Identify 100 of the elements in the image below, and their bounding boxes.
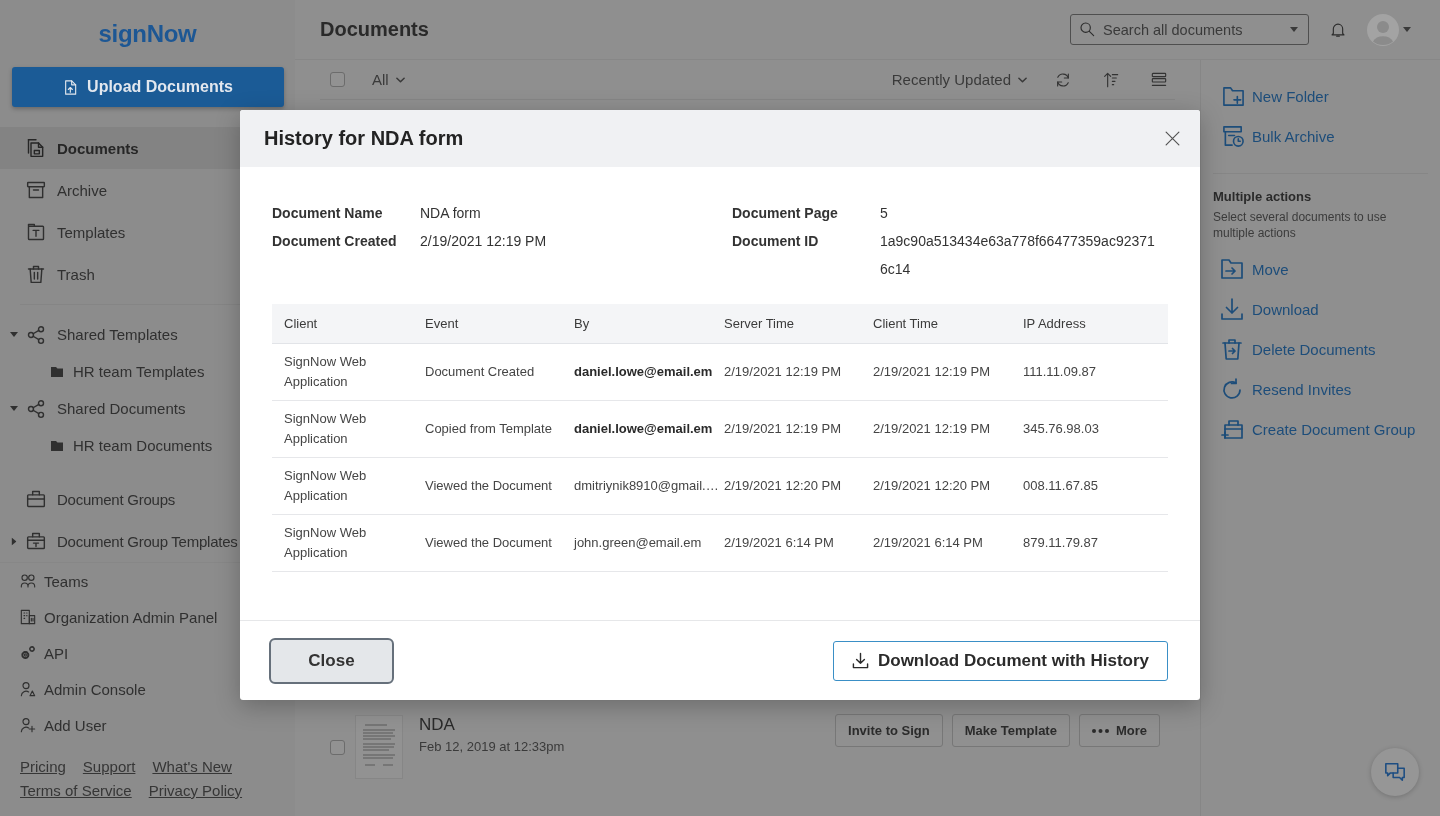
- document-thumbnail: [355, 715, 403, 779]
- detail-label: Document Page: [732, 204, 839, 223]
- document-date: Feb 12, 2019 at 12:33pm: [419, 738, 565, 756]
- sidebar-item[interactable]: API: [0, 635, 240, 671]
- detail-label: Document ID: [732, 232, 820, 251]
- action-button[interactable]: Invite to Sign: [835, 714, 943, 747]
- checkbox[interactable]: [330, 72, 345, 87]
- caret-icon[interactable]: [10, 332, 18, 337]
- column-header: By: [574, 316, 590, 331]
- dialog-title: History for NDA form: [264, 127, 464, 150]
- list-view-icon[interactable]: [1151, 71, 1167, 88]
- footer-link[interactable]: Terms of Service: [20, 779, 132, 803]
- archive-box-icon: [26, 179, 46, 201]
- table-cell-text: Copied from Template: [425, 420, 552, 438]
- footer-link[interactable]: What's New: [152, 755, 232, 779]
- caret-icon[interactable]: [1403, 27, 1411, 32]
- briefcase-template-icon: [26, 531, 46, 551]
- panel-action-link[interactable]: Resend Invites: [1213, 369, 1428, 409]
- panel-action-link[interactable]: Move: [1213, 249, 1428, 289]
- detail-label: Document Name: [272, 204, 384, 223]
- panel-action-link[interactable]: Delete Documents: [1213, 329, 1428, 369]
- search-icon: [1079, 21, 1095, 37]
- more-button[interactable]: More: [1078, 714, 1160, 747]
- folder-plus-icon: [1222, 84, 1245, 108]
- documents-icon: [26, 137, 46, 159]
- table-cell-text: 879.11.79.87: [1023, 534, 1098, 552]
- column-header: IP Address: [1023, 316, 1086, 331]
- footer-link[interactable]: Pricing: [20, 755, 66, 779]
- sidebar-item[interactable]: Archive: [0, 169, 240, 211]
- gears-icon: [20, 645, 36, 661]
- checkbox[interactable]: [330, 740, 345, 755]
- chat-button[interactable]: [1371, 748, 1419, 796]
- trash-icon: [26, 263, 46, 285]
- footer-link[interactable]: Privacy Policy: [148, 779, 243, 803]
- table-cell-text: 2/19/2021 6:14 PM: [724, 534, 834, 552]
- briefcase-plus-icon: [1220, 417, 1244, 441]
- sort-icon[interactable]: [1103, 70, 1119, 89]
- column-header: Client: [284, 316, 318, 331]
- chat-bubbles-icon: [1384, 761, 1406, 783]
- share-icon: [26, 398, 46, 419]
- close-icon: [1164, 130, 1181, 147]
- table-cell-text: john.green@email.em: [574, 534, 702, 552]
- table-cell-text: 2/19/2021 12:19 PM: [724, 420, 842, 438]
- detail-value: 2/19/2021 12:19 PM: [420, 232, 548, 251]
- action-button[interactable]: Make Template: [951, 714, 1070, 747]
- notification-bell-icon[interactable]: [1330, 21, 1346, 38]
- table-cell-text: 2/19/2021 6:14 PM: [873, 534, 983, 552]
- sort-dropdown[interactable]: Recently Updated: [891, 71, 1027, 88]
- section-description: Select several documents to use multiple actions: [1213, 209, 1388, 241]
- table-cell-text: SignNow Web Application: [284, 467, 368, 505]
- caret-icon[interactable]: [11, 537, 17, 545]
- panel-action-link[interactable]: New Folder: [1213, 76, 1428, 116]
- panel-action-link[interactable]: Download: [1213, 289, 1428, 329]
- template-icon: [26, 221, 46, 243]
- sidebar-item[interactable]: HR team Templates: [0, 353, 240, 390]
- sidebar-item[interactable]: Organization Admin Panel: [0, 599, 240, 635]
- sidebar-item[interactable]: Document Groups: [0, 478, 238, 520]
- folder-icon: [51, 366, 63, 377]
- sidebar-item[interactable]: Add User: [0, 707, 240, 743]
- detail-value: 5: [880, 204, 889, 223]
- sidebar-item[interactable]: Document Group Templates: [0, 520, 238, 562]
- sidebar-item[interactable]: Templates: [0, 211, 240, 253]
- download-icon: [1220, 297, 1244, 321]
- dots-icon: [1091, 728, 1109, 733]
- trash-arrow-icon: [1220, 337, 1244, 361]
- footer-link[interactable]: Support: [82, 755, 136, 779]
- document-name[interactable]: NDA: [419, 715, 455, 735]
- table-cell-text: 008.11.67.85: [1023, 477, 1098, 495]
- column-header: Server Time: [724, 316, 795, 331]
- sidebar-item[interactable]: Admin Console: [0, 671, 240, 707]
- chevron-down-icon: [395, 76, 405, 83]
- close-button[interactable]: [1164, 130, 1181, 147]
- table-cell-text: 2/19/2021 12:19 PM: [873, 420, 991, 438]
- detail-value: 1a9c90a513434e63a778f66477359ac923716c14: [880, 232, 1156, 279]
- share-icon: [26, 324, 46, 345]
- table-cell-text: daniel.lowe@email.em: [574, 420, 713, 438]
- table-cell-text: 2/19/2021 12:19 PM: [724, 363, 842, 381]
- logo: signNow: [98, 19, 197, 48]
- sidebar-item[interactable]: Teams: [0, 563, 240, 599]
- caret-icon[interactable]: [10, 406, 18, 411]
- sidebar-item[interactable]: Documents: [0, 127, 240, 169]
- table-cell-text: 111.11.09.87: [1023, 363, 1096, 381]
- search-field[interactable]: Search all documents: [1070, 14, 1309, 45]
- download-button[interactable]: Download Document with History: [833, 640, 1168, 681]
- sidebar-item[interactable]: Trash: [0, 253, 240, 295]
- sidebar-item[interactable]: Shared Templates: [0, 316, 240, 353]
- panel-action-link[interactable]: Bulk Archive: [1213, 116, 1428, 156]
- upload-button[interactable]: Upload Documents: [12, 67, 284, 107]
- refresh-icon[interactable]: [1055, 71, 1071, 88]
- people-icon: [20, 573, 36, 589]
- table-cell-text: Viewed the Document: [425, 534, 552, 552]
- sidebar-item[interactable]: Shared Documents: [0, 390, 240, 427]
- download-icon: [851, 652, 869, 669]
- table-cell-text: SignNow Web Application: [284, 410, 368, 448]
- sidebar-item[interactable]: HR team Documents: [0, 427, 240, 464]
- column-header: Client Time: [873, 316, 939, 331]
- panel-action-link[interactable]: Create Document Group: [1213, 409, 1428, 449]
- caret-icon[interactable]: [1290, 27, 1298, 32]
- filter-dropdown[interactable]: All: [372, 71, 405, 88]
- close-button[interactable]: Close: [269, 637, 394, 684]
